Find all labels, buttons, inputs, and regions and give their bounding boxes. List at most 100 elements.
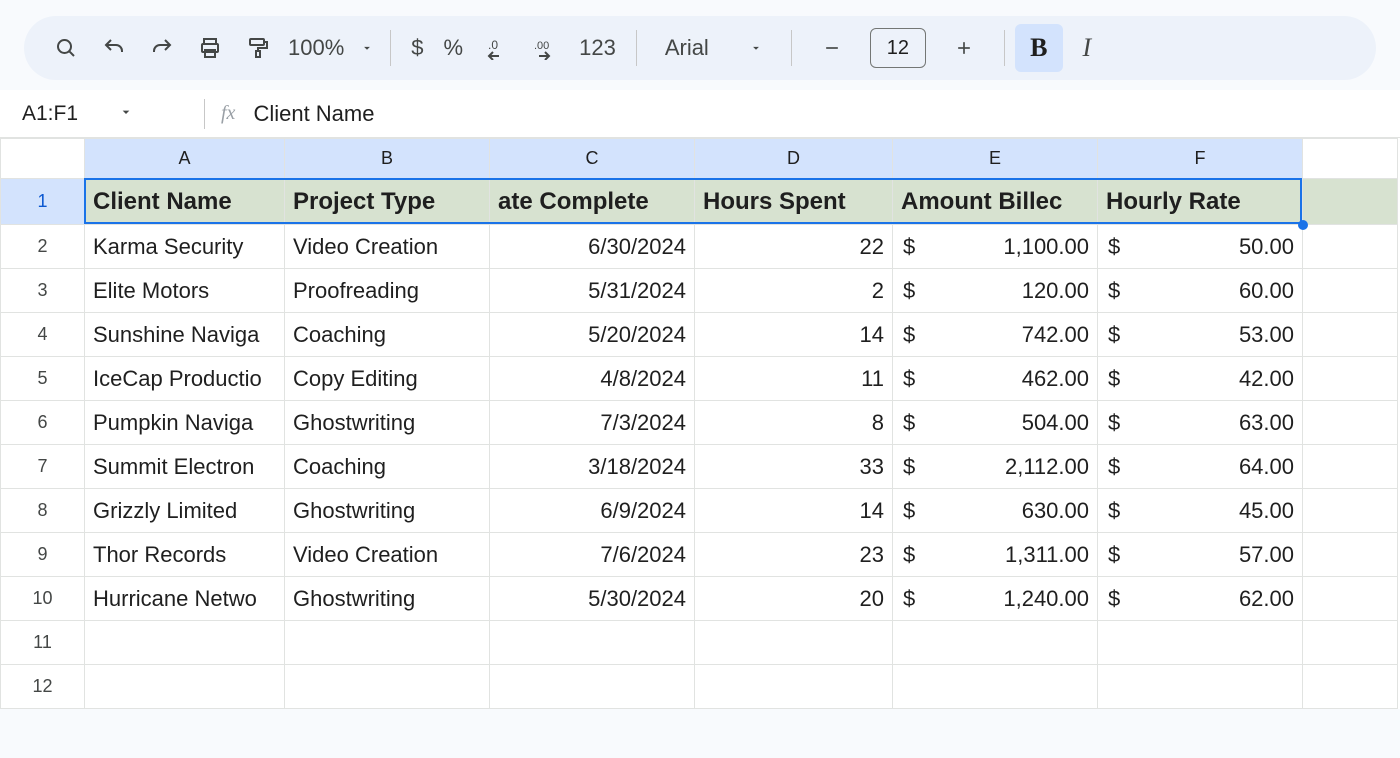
zoom-dropdown[interactable]: 100% <box>282 35 380 61</box>
cell[interactable]: $630.00 <box>893 489 1098 533</box>
header-cell[interactable]: Hours Spent <box>695 179 893 225</box>
bold-button[interactable]: B <box>1015 24 1063 72</box>
cell[interactable]: 2 <box>695 269 893 313</box>
format-percent-button[interactable]: % <box>434 24 474 72</box>
cell[interactable]: Sunshine Naviga <box>85 313 285 357</box>
font-size-input[interactable]: 12 <box>870 28 926 68</box>
cell[interactable]: Ghostwriting <box>285 489 490 533</box>
cell-empty[interactable] <box>1303 621 1398 665</box>
cell[interactable]: Summit Electron <box>85 445 285 489</box>
cell-empty[interactable] <box>490 621 695 665</box>
cell[interactable]: Grizzly Limited <box>85 489 285 533</box>
row-header[interactable]: 6 <box>1 401 85 445</box>
cell-empty[interactable] <box>1303 313 1398 357</box>
cell[interactable]: $57.00 <box>1098 533 1303 577</box>
header-cell[interactable]: Project Type <box>285 179 490 225</box>
cell-empty[interactable] <box>1098 665 1303 709</box>
cell-empty[interactable] <box>1303 401 1398 445</box>
cell[interactable]: $45.00 <box>1098 489 1303 533</box>
cell[interactable]: Ghostwriting <box>285 577 490 621</box>
row-header[interactable]: 8 <box>1 489 85 533</box>
row-header[interactable]: 10 <box>1 577 85 621</box>
cell-empty[interactable] <box>1303 489 1398 533</box>
cell[interactable]: 6/9/2024 <box>490 489 695 533</box>
format-currency-button[interactable]: $ <box>401 24 433 72</box>
header-cell[interactable]: Amount Billec <box>893 179 1098 225</box>
column-header-D[interactable]: D <box>695 139 893 179</box>
cell-empty[interactable] <box>285 665 490 709</box>
cell-empty[interactable] <box>490 665 695 709</box>
cell[interactable]: $504.00 <box>893 401 1098 445</box>
cell[interactable]: Karma Security <box>85 225 285 269</box>
column-header-C[interactable]: C <box>490 139 695 179</box>
row-header[interactable]: 11 <box>1 621 85 665</box>
cell[interactable]: 14 <box>695 313 893 357</box>
cell[interactable]: $1,240.00 <box>893 577 1098 621</box>
cell[interactable]: Pumpkin Naviga <box>85 401 285 445</box>
formula-value[interactable]: Client Name <box>253 101 374 127</box>
select-all-corner[interactable] <box>1 139 85 179</box>
cell[interactable]: 7/6/2024 <box>490 533 695 577</box>
cell-empty[interactable] <box>1303 533 1398 577</box>
cell-empty[interactable] <box>1303 269 1398 313</box>
cell[interactable]: Ghostwriting <box>285 401 490 445</box>
italic-button[interactable]: I <box>1063 24 1111 72</box>
column-header-B[interactable]: B <box>285 139 490 179</box>
cell[interactable]: 6/30/2024 <box>490 225 695 269</box>
row-header[interactable]: 4 <box>1 313 85 357</box>
cell-empty[interactable] <box>1303 665 1398 709</box>
more-formats-button[interactable]: 123 <box>569 24 626 72</box>
cell[interactable]: $62.00 <box>1098 577 1303 621</box>
selection-handle[interactable] <box>1298 220 1308 230</box>
cell[interactable]: 14 <box>695 489 893 533</box>
row-header[interactable]: 2 <box>1 225 85 269</box>
header-cell[interactable]: Client Name <box>85 179 285 225</box>
cell-empty[interactable] <box>1303 577 1398 621</box>
cell[interactable]: Video Creation <box>285 533 490 577</box>
cell[interactable]: 4/8/2024 <box>490 357 695 401</box>
row-header[interactable]: 12 <box>1 665 85 709</box>
column-header-empty[interactable] <box>1303 139 1398 179</box>
cell-empty[interactable] <box>85 621 285 665</box>
increase-font-size-button[interactable] <box>940 24 988 72</box>
cell-empty[interactable] <box>1303 445 1398 489</box>
cell[interactable]: $2,112.00 <box>893 445 1098 489</box>
header-cell[interactable]: ate Complete <box>490 179 695 225</box>
cell[interactable]: 5/30/2024 <box>490 577 695 621</box>
cell[interactable]: Copy Editing <box>285 357 490 401</box>
cell-empty[interactable] <box>695 665 893 709</box>
increase-decimal-icon[interactable]: .00 <box>521 24 569 72</box>
cell[interactable]: $50.00 <box>1098 225 1303 269</box>
cell[interactable]: Elite Motors <box>85 269 285 313</box>
cell[interactable]: $53.00 <box>1098 313 1303 357</box>
row-header[interactable]: 3 <box>1 269 85 313</box>
undo-icon[interactable] <box>90 24 138 72</box>
cell[interactable]: $120.00 <box>893 269 1098 313</box>
cell[interactable]: $1,311.00 <box>893 533 1098 577</box>
cell[interactable]: $63.00 <box>1098 401 1303 445</box>
row-header[interactable]: 9 <box>1 533 85 577</box>
cell[interactable]: $742.00 <box>893 313 1098 357</box>
font-family-dropdown[interactable]: Arial <box>647 35 781 61</box>
cell[interactable]: Hurricane Netwo <box>85 577 285 621</box>
paint-format-icon[interactable] <box>234 24 282 72</box>
column-header-E[interactable]: E <box>893 139 1098 179</box>
cell[interactable]: Thor Records <box>85 533 285 577</box>
cell[interactable]: 22 <box>695 225 893 269</box>
cell[interactable]: 8 <box>695 401 893 445</box>
decrease-font-size-button[interactable] <box>808 24 856 72</box>
cell[interactable]: $1,100.00 <box>893 225 1098 269</box>
cell[interactable]: 23 <box>695 533 893 577</box>
cell[interactable]: $462.00 <box>893 357 1098 401</box>
decrease-decimal-icon[interactable]: .0 <box>473 24 521 72</box>
cell[interactable]: $64.00 <box>1098 445 1303 489</box>
cell[interactable]: Coaching <box>285 313 490 357</box>
cell[interactable]: 5/20/2024 <box>490 313 695 357</box>
cell[interactable]: 3/18/2024 <box>490 445 695 489</box>
spreadsheet-grid[interactable]: A B C D E F 1Client NameProject Typeate … <box>0 138 1400 709</box>
row-header-1[interactable]: 1 <box>1 179 85 225</box>
cell[interactable]: Video Creation <box>285 225 490 269</box>
header-cell[interactable]: Hourly Rate <box>1098 179 1303 225</box>
cell-empty[interactable] <box>893 621 1098 665</box>
redo-icon[interactable] <box>138 24 186 72</box>
